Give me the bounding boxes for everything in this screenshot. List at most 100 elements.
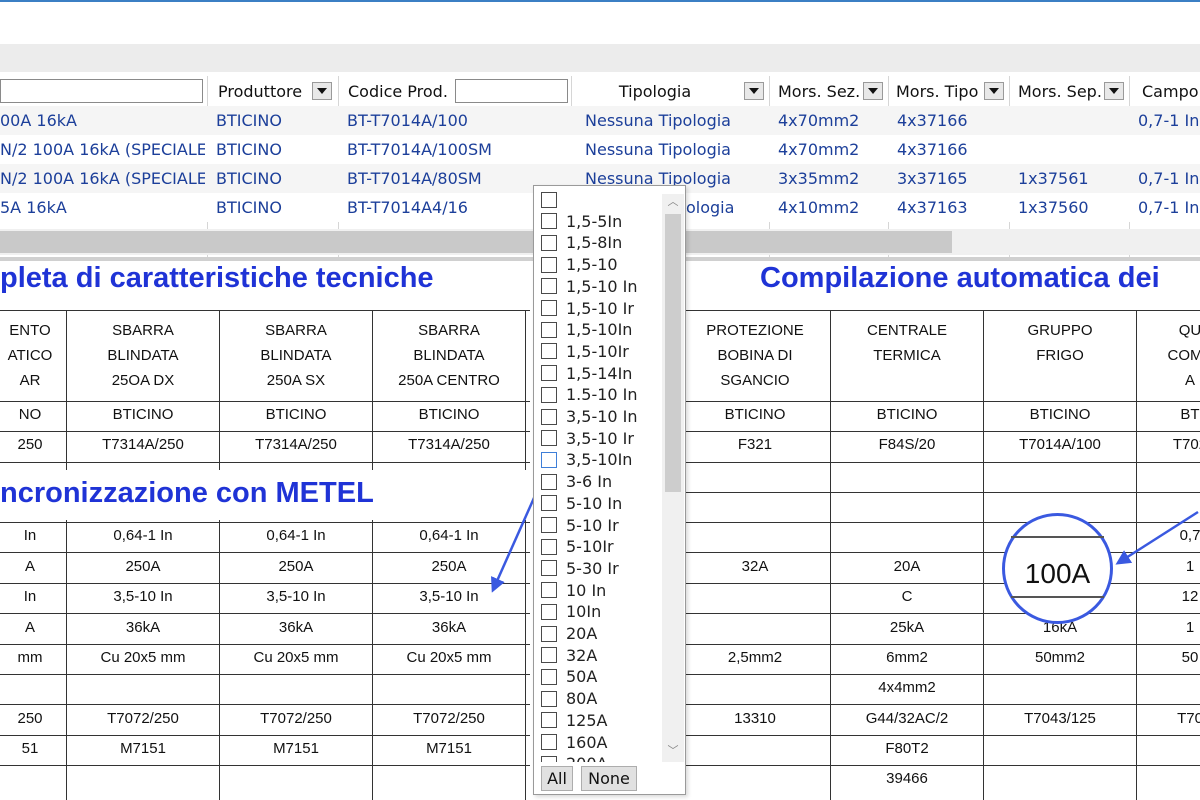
column-header-line: 25OA DX: [111, 372, 175, 389]
chevron-down-icon[interactable]: [744, 82, 764, 100]
checkbox[interactable]: [541, 690, 557, 707]
checkbox[interactable]: [541, 495, 557, 512]
filter-option[interactable]: 5-10Ir: [541, 536, 614, 557]
checkbox[interactable]: [541, 712, 557, 729]
filter-option[interactable]: 200A: [541, 753, 607, 762]
sheet-gridline: [0, 401, 530, 402]
filter-option[interactable]: 10 In: [541, 580, 606, 601]
chevron-down-icon[interactable]: [312, 82, 332, 100]
filter-option[interactable]: 32A: [541, 645, 597, 666]
select-all-button[interactable]: All: [541, 766, 573, 791]
chevron-down-icon[interactable]: [984, 82, 1004, 100]
filter-option[interactable]: 160A: [541, 732, 607, 753]
column-header-mors-tipo[interactable]: Mors. Tipo: [896, 76, 1008, 106]
codice-filter-input[interactable]: [455, 79, 568, 103]
filter-option[interactable]: 3,5-10 Ir: [541, 428, 634, 449]
checkbox[interactable]: [541, 300, 557, 316]
checkbox[interactable]: [541, 256, 557, 273]
sheet-cell: BTICINO: [724, 406, 786, 423]
grid-cell: 3x37165: [897, 169, 968, 188]
checkbox[interactable]: [541, 647, 557, 664]
filter-option[interactable]: 1,5-8In: [541, 232, 622, 253]
filter-option[interactable]: 5-10 In: [541, 493, 622, 514]
grid-cell: N/2 100A 16kA (SPECIALE: [0, 140, 205, 159]
horizontal-scrollbar-thumb[interactable]: [0, 231, 952, 253]
grid-cell: Nessuna Tipologia: [585, 111, 731, 130]
column-header-mors-sez[interactable]: Mors. Sez.: [778, 76, 887, 106]
sheet-gridline: [525, 310, 526, 470]
filter-option-label: 80A: [566, 689, 598, 709]
chevron-down-icon[interactable]: [863, 82, 883, 100]
column-header-produttore[interactable]: Produttore: [218, 76, 336, 106]
sheet-gridline: [0, 552, 530, 553]
filter-option[interactable]: 1,5-10 Ir: [541, 298, 634, 319]
filter-option[interactable]: 10In: [541, 601, 601, 622]
checkbox[interactable]: [541, 538, 557, 555]
scroll-up-icon[interactable]: ︿: [665, 195, 681, 209]
sheet-cell: M7151: [273, 740, 319, 757]
column-header-line: BOBINA DI: [717, 347, 793, 364]
grid-cell: BT-T7014A/100: [347, 111, 468, 130]
table-row[interactable]: N/2 100A 16kA (SPECIALE BTICINO BT-T7014…: [0, 135, 1200, 164]
checkbox[interactable]: [541, 668, 557, 685]
scroll-down-icon[interactable]: ﹀: [665, 744, 681, 758]
grid-cell: N/2 100A 16kA (SPECIALE: [0, 169, 205, 188]
filter-option[interactable]: 1,5-5In: [541, 211, 622, 232]
sheet-gridline: [219, 520, 220, 800]
column-header-line: GRUPPO: [1027, 322, 1093, 339]
checkbox[interactable]: [541, 386, 557, 403]
sheet-cell: 36kA: [431, 619, 467, 636]
checkbox[interactable]: [541, 451, 557, 468]
filter-option[interactable]: 1,5-14In: [541, 363, 632, 384]
filter-option[interactable]: 125A: [541, 710, 607, 731]
description-filter-input[interactable]: [0, 79, 203, 103]
checkbox[interactable]: [541, 234, 557, 251]
checkbox[interactable]: [541, 191, 557, 208]
filter-option[interactable]: 20A: [541, 623, 597, 644]
filter-option[interactable]: 1,5-10 In: [541, 276, 638, 297]
checkbox[interactable]: [541, 755, 557, 762]
filter-option[interactable]: 80A: [541, 688, 597, 709]
filter-option[interactable]: 1,5-10: [541, 254, 618, 275]
column-header-label: Campo: [1142, 81, 1199, 101]
filter-option[interactable]: 3,5-10In: [541, 449, 632, 470]
checkbox[interactable]: [541, 517, 557, 533]
filter-option[interactable]: 1,5-10Ir: [541, 341, 629, 362]
checkbox[interactable]: [541, 473, 557, 490]
filter-option[interactable]: 1,5-10In: [541, 319, 632, 340]
column-header-line: COMP: [1167, 347, 1200, 364]
tipologia-filter-popup[interactable]: 1,5-5In 1,5-8In 1,5-10 1,5-10 In 1,5-10 Ir 1,…: [533, 185, 686, 795]
checkbox[interactable]: [541, 560, 557, 577]
sheet-cell: M7151: [426, 740, 472, 757]
vertical-scrollbar-thumb[interactable]: [665, 214, 681, 492]
filter-option-label: 160A: [566, 732, 608, 752]
column-header-tipologia[interactable]: Tipologia: [572, 76, 768, 106]
filter-option-label: 10In: [566, 602, 602, 622]
checkbox[interactable]: [541, 278, 557, 295]
filter-option[interactable]: 5-10 Ir: [541, 515, 619, 536]
checkbox[interactable]: [541, 734, 557, 750]
column-header-campo: Campo: [1142, 76, 1200, 106]
table-row[interactable]: 00A 16kA BTICINO BT-T7014A/100 Nessuna T…: [0, 106, 1200, 135]
checkbox[interactable]: [541, 365, 557, 382]
checkbox[interactable]: [541, 343, 557, 360]
checkbox[interactable]: [541, 430, 557, 447]
checkbox[interactable]: [541, 321, 557, 338]
checkbox[interactable]: [541, 408, 557, 425]
sheet-cell: F80T2: [885, 740, 929, 757]
sheet-cell: 32A: [741, 558, 769, 575]
filter-option[interactable]: 3,5-10 In: [541, 406, 638, 427]
checkbox[interactable]: [541, 625, 557, 642]
filter-option[interactable]: 5-30 Ir: [541, 558, 619, 579]
sheet-gridline: [0, 735, 530, 736]
checkbox[interactable]: [541, 603, 557, 620]
checkbox[interactable]: [541, 582, 557, 599]
filter-option[interactable]: 1.5-10 In: [541, 384, 638, 405]
filter-option[interactable]: 3-6 In: [541, 471, 612, 492]
checkbox[interactable]: [541, 213, 557, 230]
column-header-mors-sep[interactable]: Mors. Sep.: [1018, 76, 1128, 106]
chevron-down-icon[interactable]: [1104, 82, 1124, 100]
filter-option[interactable]: 50A: [541, 666, 597, 687]
filter-option[interactable]: [541, 189, 566, 210]
select-none-button[interactable]: None: [581, 766, 637, 791]
